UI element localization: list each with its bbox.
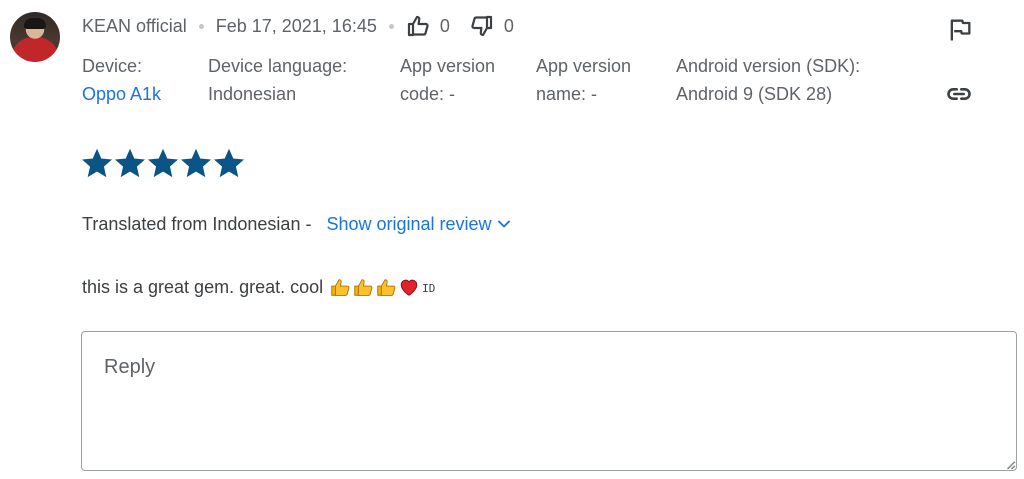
- thumbs-down-count: 0: [503, 15, 514, 36]
- thumbs-up-count: 0: [439, 15, 450, 36]
- translation-notice: Translated from Indonesian - Show origin…: [82, 211, 514, 237]
- show-original-review-link[interactable]: Show original review: [326, 211, 513, 237]
- star-rating: [82, 148, 244, 178]
- thumbs-up-icon: [407, 15, 429, 37]
- device-language-label: Device language:: [208, 56, 348, 76]
- avatar: [10, 12, 60, 62]
- red-heart-emoji-icon: [400, 279, 418, 296]
- app-version-code-value: code: -: [400, 84, 456, 104]
- flag-icon[interactable]: [946, 16, 974, 44]
- app-version-name-label: App version: [536, 56, 632, 76]
- review-card: KEAN official Feb 17, 2021, 16:45 0 0 De…: [0, 0, 1024, 479]
- chevron-down-icon: [497, 220, 510, 228]
- thumbs-up-emoji-icon: [354, 279, 373, 296]
- thumbs-up-emoji-icon: [331, 279, 350, 296]
- device-detail: Device: Oppo A1k: [82, 52, 161, 108]
- separator-dot: [388, 23, 394, 29]
- author-name: KEAN official: [82, 15, 187, 36]
- star-icon: [181, 148, 211, 178]
- reply-input[interactable]: [81, 331, 1017, 471]
- translated-label: Translated from Indonesian -: [82, 214, 312, 234]
- star-icon: [148, 148, 178, 178]
- thumbs-up-emoji-icon: [377, 279, 396, 296]
- device-link[interactable]: Oppo A1k: [82, 80, 161, 108]
- thumbs-up-button[interactable]: 0: [406, 14, 450, 38]
- star-icon: [115, 148, 145, 178]
- app-version-code-detail: App version code: -: [400, 52, 495, 108]
- android-version-detail: Android version (SDK): Android 9 (SDK 28…: [676, 52, 860, 108]
- review-body: this is a great gem. great. cool ID: [82, 272, 435, 302]
- star-icon: [214, 148, 244, 178]
- review-date: Feb 17, 2021, 16:45: [215, 15, 377, 36]
- language-tag: ID: [422, 282, 436, 295]
- review-meta: KEAN official Feb 17, 2021, 16:45 0 0: [82, 13, 514, 39]
- review-emojis: [329, 276, 420, 298]
- device-language-value: Indonesian: [208, 84, 297, 104]
- separator-dot: [198, 23, 204, 29]
- app-version-name-detail: App version name: -: [536, 52, 631, 108]
- show-original-label: Show original review: [326, 214, 492, 234]
- app-version-code-label: App version: [400, 56, 496, 76]
- app-version-name-value: name: -: [536, 84, 598, 104]
- thumbs-down-button[interactable]: 0: [470, 14, 514, 38]
- review-text: this is a great gem. great. cool: [82, 277, 324, 297]
- android-version-value: Android 9 (SDK 28): [676, 84, 833, 104]
- device-label: Device:: [82, 56, 143, 76]
- android-version-label: Android version (SDK):: [676, 56, 861, 76]
- star-icon: [82, 148, 112, 178]
- link-icon[interactable]: [944, 80, 974, 108]
- thumbs-down-icon: [471, 15, 492, 37]
- device-language-detail: Device language: Indonesian: [208, 52, 347, 108]
